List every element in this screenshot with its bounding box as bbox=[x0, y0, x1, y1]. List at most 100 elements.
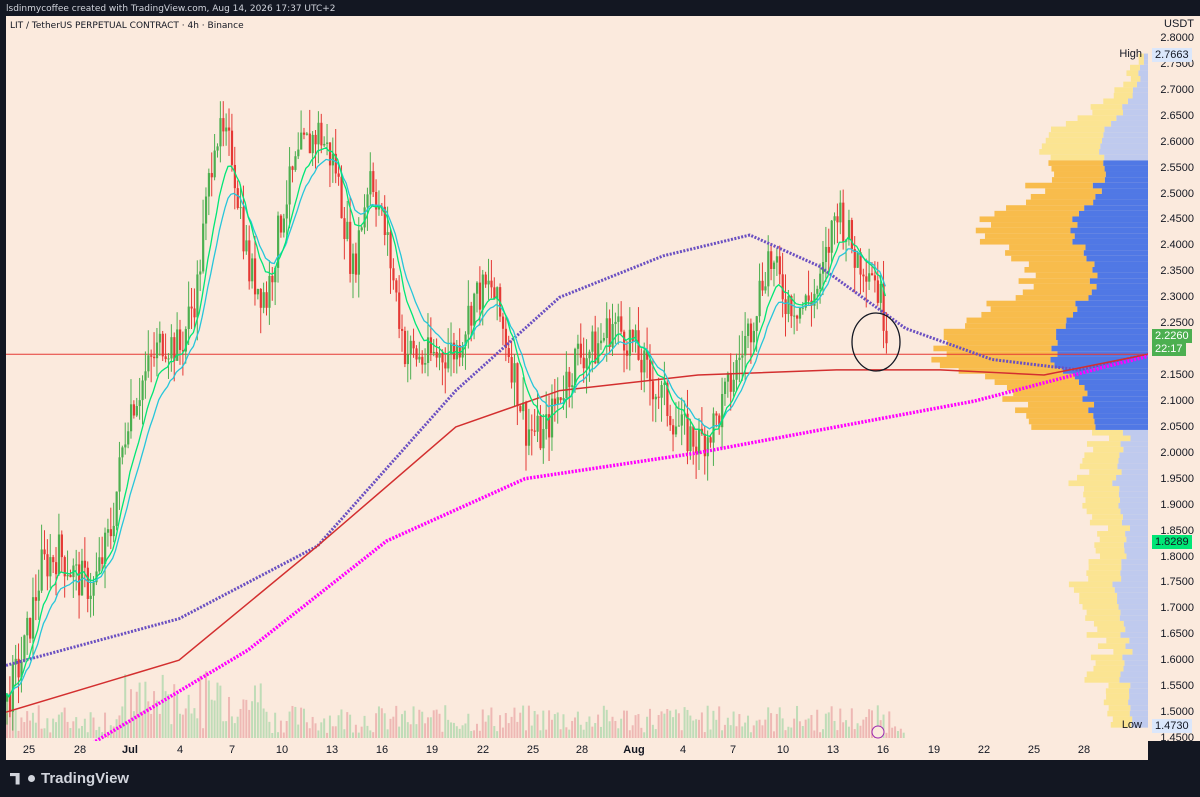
volume-bar bbox=[582, 729, 585, 738]
time-tick-label: 19 bbox=[425, 744, 439, 756]
volume-bar bbox=[470, 731, 473, 738]
candle-body bbox=[510, 357, 513, 383]
price-tick-label: 2.1500 bbox=[1160, 369, 1194, 382]
candle-body bbox=[824, 246, 828, 262]
volume-profile-bar bbox=[1103, 160, 1148, 166]
volume-bar bbox=[859, 725, 862, 738]
volume-profile-bar bbox=[1077, 222, 1148, 228]
volume-bar bbox=[210, 699, 213, 738]
price-tick-label: 2.3000 bbox=[1160, 291, 1194, 304]
candle-body bbox=[360, 227, 363, 231]
volume-bar bbox=[824, 713, 827, 738]
candle-body bbox=[761, 280, 764, 291]
candle-body bbox=[418, 356, 421, 360]
volume-bar bbox=[894, 726, 897, 738]
chart-canvas[interactable]: High Low bbox=[6, 16, 1148, 741]
volume-profile-bar bbox=[1123, 665, 1148, 672]
candle-body bbox=[473, 293, 476, 326]
volume-bar bbox=[594, 723, 597, 738]
candle-body bbox=[735, 360, 738, 380]
time-tick-label: 22 bbox=[476, 744, 490, 756]
volume-bar bbox=[450, 722, 453, 738]
volume-profile-bar bbox=[1132, 87, 1148, 93]
volume-bar bbox=[631, 725, 634, 738]
volume-profile-bar bbox=[1066, 317, 1148, 324]
candle-body bbox=[132, 404, 136, 416]
volume-bar bbox=[366, 725, 369, 738]
volume-bar bbox=[424, 723, 427, 738]
volume-profile-bar bbox=[1006, 205, 1085, 211]
candle-body bbox=[447, 353, 450, 369]
volume-bar bbox=[478, 730, 481, 738]
volume-bar bbox=[187, 694, 190, 738]
tradingview-logo[interactable]: TradingView bbox=[10, 770, 129, 787]
volume-bar bbox=[236, 716, 239, 738]
volume-profile-bar bbox=[1089, 278, 1148, 284]
price-tick-label: 2.6500 bbox=[1160, 109, 1194, 122]
candle-body bbox=[40, 549, 43, 591]
volume-profile-bar bbox=[1117, 598, 1148, 605]
candle-body bbox=[253, 258, 257, 295]
volume-bar bbox=[328, 715, 331, 738]
candle-body bbox=[285, 204, 288, 219]
time-tick-label: 13 bbox=[826, 744, 840, 756]
price-axis[interactable]: USDT 2.8000 2.7500 2.7000 2.6500 2.6000 2.550… bbox=[1148, 16, 1200, 744]
candle-body bbox=[43, 549, 46, 555]
candle-body bbox=[568, 371, 571, 388]
candle-body bbox=[605, 318, 608, 339]
volume-bar bbox=[372, 732, 375, 738]
candle-body bbox=[349, 221, 352, 274]
volume-bar bbox=[888, 711, 891, 738]
candle-body bbox=[819, 273, 822, 289]
volume-bar bbox=[207, 680, 210, 738]
candle-body bbox=[490, 280, 493, 288]
candle-body bbox=[876, 280, 879, 303]
volume-profile-bar bbox=[1121, 469, 1148, 475]
time-tick-label: 28 bbox=[575, 744, 589, 756]
volume-bar bbox=[651, 724, 654, 738]
candle-body bbox=[302, 132, 306, 135]
volume-profile-bar bbox=[1132, 92, 1148, 99]
volume-bar bbox=[337, 715, 340, 738]
time-axis[interactable]: 25 28 Jul 4 7 10 13 16 19 22 25 28 Aug 4 7 10 13 16 19 22 25… bbox=[6, 741, 1148, 760]
volume-bar bbox=[729, 725, 732, 738]
candle-body bbox=[118, 457, 121, 492]
candle-body bbox=[279, 215, 283, 233]
volume-profile-bar bbox=[1051, 177, 1105, 183]
candle-body bbox=[141, 380, 144, 401]
volume-profile-bar bbox=[1104, 126, 1148, 133]
volume-bar bbox=[326, 732, 329, 738]
candle-body bbox=[86, 567, 89, 599]
volume-profile-bar bbox=[1108, 682, 1131, 689]
volume-profile-bar bbox=[1094, 542, 1124, 548]
volume-profile-bar bbox=[1109, 435, 1131, 442]
volume-bar bbox=[181, 714, 184, 738]
volume-bar bbox=[464, 723, 467, 738]
volume-bar bbox=[14, 709, 17, 738]
volume-bar bbox=[354, 724, 357, 738]
volume-profile-bar bbox=[1057, 340, 1148, 346]
volume-bar bbox=[553, 714, 556, 738]
candle-body bbox=[196, 274, 199, 318]
volume-bar bbox=[305, 722, 308, 738]
volume-bar bbox=[522, 705, 525, 738]
volume-bar bbox=[349, 714, 352, 738]
candle-body bbox=[576, 343, 580, 349]
volume-profile-bar bbox=[1089, 519, 1122, 526]
candle-body bbox=[470, 305, 473, 326]
candle-body bbox=[842, 202, 845, 242]
candle-body bbox=[210, 173, 213, 178]
candle-body bbox=[147, 355, 150, 372]
volume-profile-bar bbox=[1097, 643, 1126, 649]
candle-body bbox=[752, 330, 755, 343]
volume-profile-bar bbox=[1093, 413, 1148, 419]
time-tick-label: 28 bbox=[1077, 744, 1091, 756]
volume-bar bbox=[689, 715, 692, 738]
volume-bar bbox=[657, 715, 660, 738]
candle-body bbox=[444, 362, 447, 369]
volume-profile-bar bbox=[990, 306, 1078, 312]
volume-bar bbox=[620, 718, 623, 738]
candle-body bbox=[115, 491, 118, 526]
candle-body bbox=[559, 397, 562, 401]
volume-bar bbox=[723, 724, 726, 738]
